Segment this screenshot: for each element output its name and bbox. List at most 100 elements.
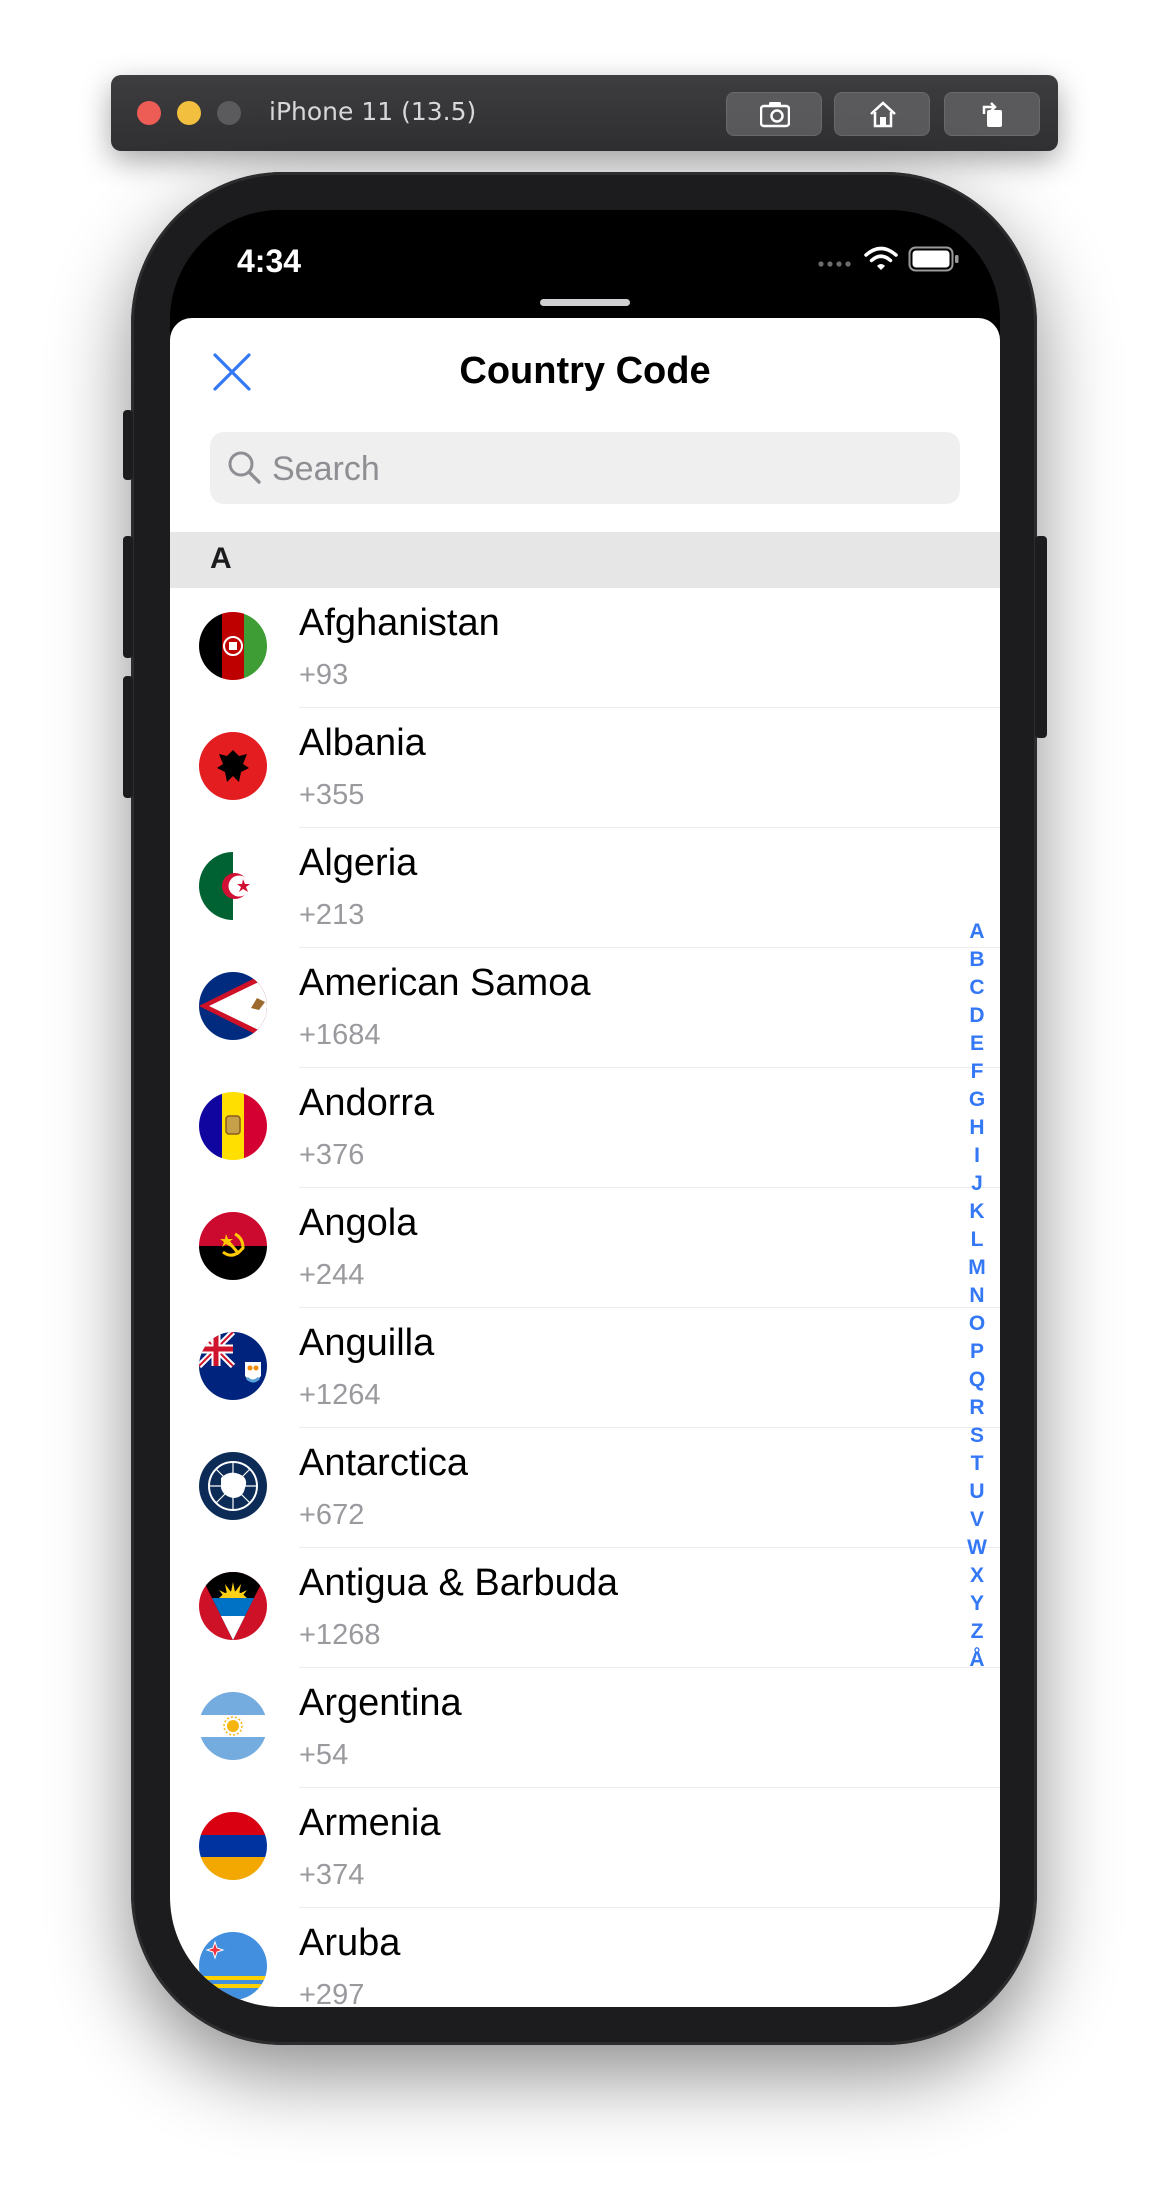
- home-icon: [870, 101, 896, 128]
- index-letter[interactable]: J: [971, 1170, 983, 1198]
- country-name: Albania: [299, 722, 426, 764]
- rotate-icon: [982, 102, 1002, 127]
- notch: [354, 210, 816, 278]
- home-button[interactable]: [834, 92, 930, 136]
- country-row-albania[interactable]: Albania +355: [170, 708, 1000, 828]
- index-letter[interactable]: F: [971, 1058, 984, 1086]
- index-letter[interactable]: I: [974, 1142, 980, 1170]
- index-letter[interactable]: G: [969, 1086, 985, 1114]
- country-dial-code: +1684: [299, 1019, 381, 1051]
- index-letter[interactable]: A: [969, 918, 984, 946]
- country-row-afghanistan[interactable]: Afghanistan +93: [170, 588, 1000, 708]
- index-letter[interactable]: C: [969, 974, 984, 1002]
- section-header: A: [170, 532, 1000, 588]
- index-letter[interactable]: M: [968, 1254, 986, 1282]
- antarctica-flag-icon: [199, 1452, 267, 1520]
- status-time: 4:34: [237, 243, 302, 279]
- country-row-aruba[interactable]: Aruba +297: [170, 1908, 1000, 2007]
- rotate-button[interactable]: [944, 92, 1040, 136]
- index-letter[interactable]: H: [969, 1114, 984, 1142]
- index-letter[interactable]: W: [967, 1534, 987, 1562]
- section-header-label: A: [210, 542, 232, 575]
- country-row-armenia[interactable]: Armenia +374: [170, 1788, 1000, 1908]
- albania-flag-icon: [199, 732, 267, 800]
- index-letter[interactable]: V: [970, 1506, 984, 1534]
- status-icons: [817, 246, 960, 272]
- search-input[interactable]: [270, 432, 934, 506]
- andorra-flag-icon: [199, 1092, 267, 1160]
- country-row-angola[interactable]: Angola +244: [170, 1188, 1000, 1308]
- index-letter[interactable]: E: [970, 1030, 984, 1058]
- country-row-american-samoa[interactable]: American Samoa +1684: [170, 948, 1000, 1068]
- country-row-antigua-barbuda[interactable]: Antigua & Barbuda +1268: [170, 1548, 1000, 1668]
- minimize-window-button[interactable]: [177, 101, 201, 125]
- simulator-title: iPhone 11 (13.5): [269, 97, 477, 126]
- country-dial-code: +374: [299, 1859, 365, 1891]
- index-letter[interactable]: K: [969, 1198, 984, 1226]
- country-code-sheet: Country Code A: [170, 318, 1000, 2007]
- argentina-flag-icon: [199, 1692, 267, 1760]
- country-name: Angola: [299, 1202, 418, 1244]
- index-letter[interactable]: B: [969, 946, 984, 974]
- index-letter[interactable]: X: [970, 1562, 984, 1590]
- country-name: Antigua & Barbuda: [299, 1562, 619, 1604]
- search-icon: [228, 451, 261, 484]
- signal-icon: [818, 261, 851, 267]
- close-window-button[interactable]: [137, 101, 161, 125]
- country-name: Anguilla: [299, 1322, 435, 1364]
- index-letter[interactable]: N: [969, 1282, 984, 1310]
- index-letter[interactable]: R: [969, 1394, 984, 1422]
- phone-screen: 4:34 Country Code Search A Afghanistan +…: [170, 210, 1000, 2007]
- angola-flag-icon: [199, 1212, 267, 1280]
- index-letter[interactable]: Z: [971, 1618, 984, 1646]
- index-letter[interactable]: T: [971, 1450, 984, 1478]
- country-name: Andorra: [299, 1082, 435, 1124]
- american-samoa-flag-icon: [199, 972, 267, 1040]
- index-letter[interactable]: Å: [969, 1646, 984, 1674]
- sheet-grabber[interactable]: [540, 299, 630, 306]
- page-title: Country Code: [459, 350, 711, 392]
- country-row-algeria[interactable]: Algeria +213: [170, 828, 1000, 948]
- screenshot-icon: [760, 102, 790, 128]
- country-dial-code: +376: [299, 1139, 365, 1171]
- country-name: Afghanistan: [299, 602, 500, 644]
- country-name: American Samoa: [299, 962, 591, 1004]
- aruba-flag-icon: [199, 1932, 267, 2000]
- index-letter[interactable]: U: [969, 1478, 984, 1506]
- volume-down-button: [123, 676, 133, 798]
- index-letter[interactable]: L: [971, 1226, 984, 1254]
- afghanistan-flag-icon: [199, 612, 267, 680]
- index-letter[interactable]: Q: [969, 1366, 985, 1394]
- index-letter[interactable]: S: [970, 1422, 984, 1450]
- silent-switch: [123, 410, 133, 480]
- section-index[interactable]: A B C D E F G H I J K L M N O P Q R S T …: [962, 918, 992, 1674]
- search-bar[interactable]: [210, 432, 960, 506]
- power-button: [1035, 536, 1047, 738]
- country-row-argentina[interactable]: Argentina +54: [170, 1668, 1000, 1788]
- country-dial-code: +297: [299, 1979, 365, 2007]
- country-row-antarctica[interactable]: Antarctica +672: [170, 1428, 1000, 1548]
- country-dial-code: +54: [299, 1739, 349, 1771]
- country-dial-code: +355: [299, 779, 365, 811]
- country-name: Armenia: [299, 1802, 441, 1844]
- zoom-window-button[interactable]: [217, 101, 241, 125]
- index-letter[interactable]: O: [969, 1310, 985, 1338]
- screenshot-button[interactable]: [726, 92, 822, 136]
- country-dial-code: +1264: [299, 1379, 381, 1411]
- anguilla-flag-icon: [199, 1332, 267, 1400]
- index-letter[interactable]: P: [970, 1338, 984, 1366]
- country-dial-code: +244: [299, 1259, 365, 1291]
- country-row-anguilla[interactable]: Anguilla +1264: [170, 1308, 1000, 1428]
- index-letter[interactable]: D: [969, 1002, 984, 1030]
- country-row-andorra[interactable]: Andorra +376: [170, 1068, 1000, 1188]
- battery-icon: [908, 246, 959, 272]
- armenia-flag-icon: [199, 1812, 267, 1880]
- country-name: Antarctica: [299, 1442, 468, 1484]
- simulator-toolbar: iPhone 11 (13.5): [111, 75, 1058, 151]
- country-name: Argentina: [299, 1682, 462, 1724]
- country-name: Algeria: [299, 842, 418, 884]
- antigua-barbuda-flag-icon: [199, 1572, 267, 1640]
- country-dial-code: +213: [299, 899, 365, 931]
- country-name: Aruba: [299, 1922, 401, 1964]
- index-letter[interactable]: Y: [970, 1590, 984, 1618]
